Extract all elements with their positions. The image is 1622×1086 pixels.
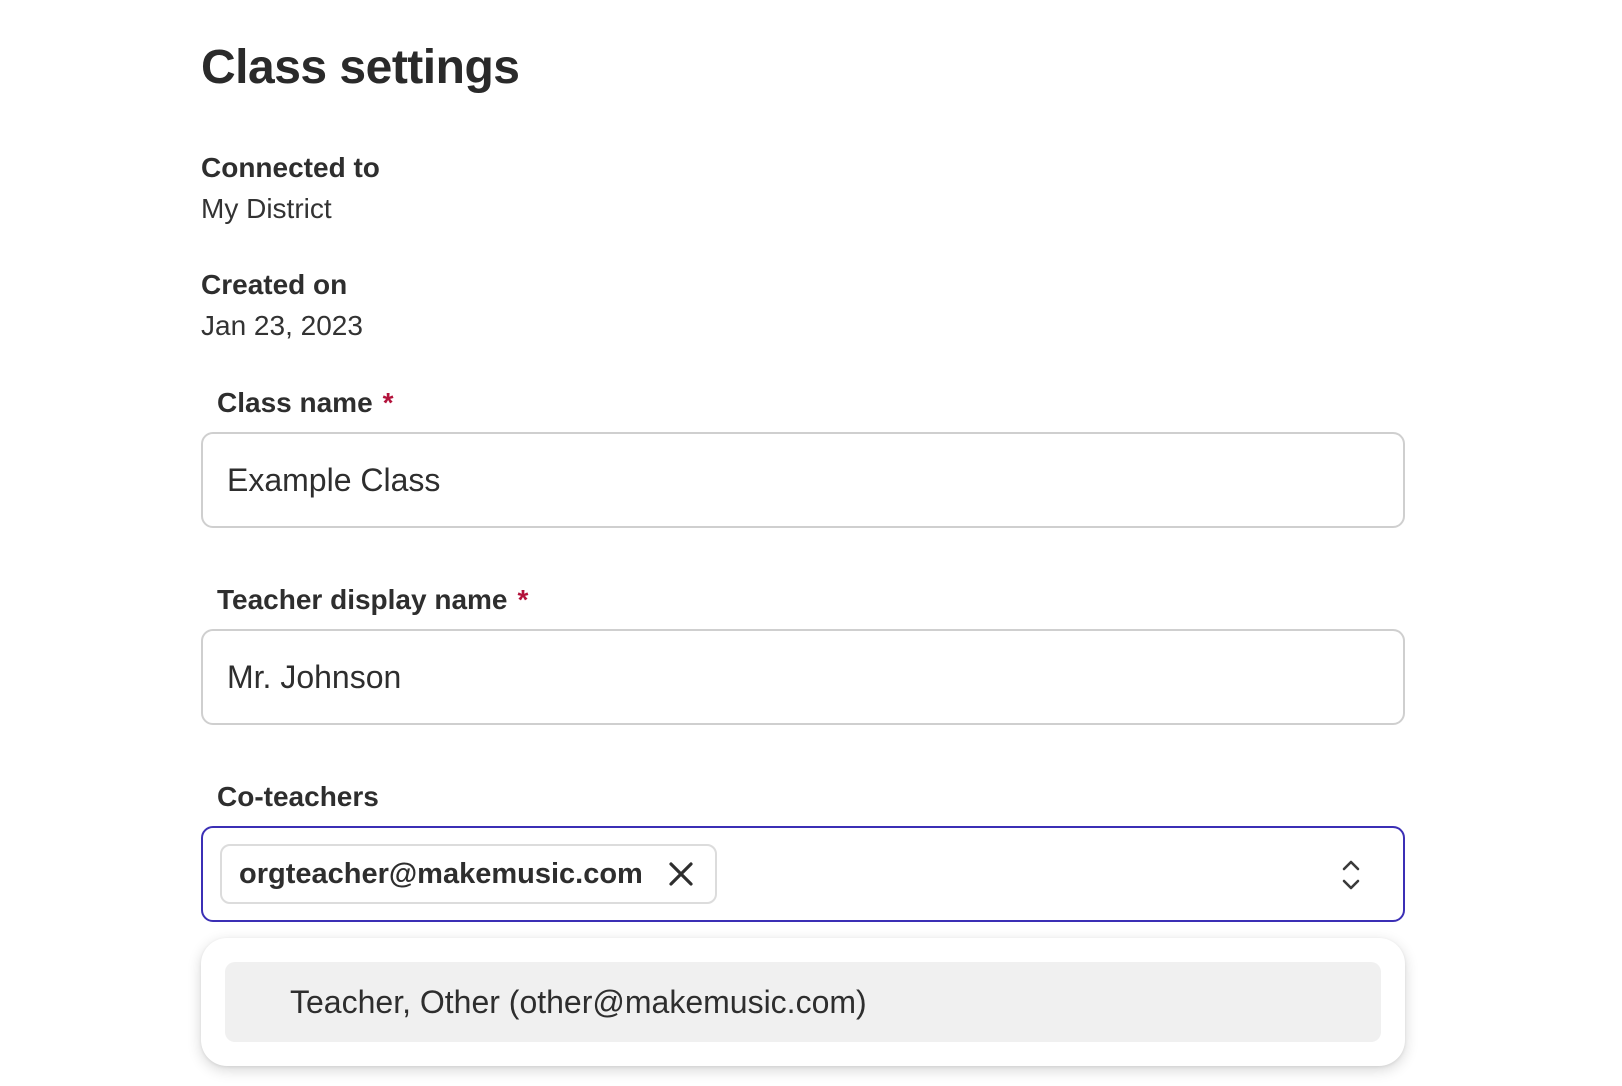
required-marker: *	[517, 584, 529, 615]
created-on-label: Created on	[201, 269, 348, 300]
created-on-value: Jan 23, 2023	[201, 310, 363, 341]
page-title: Class settings	[201, 41, 520, 94]
connected-to-label: Connected to	[201, 152, 380, 183]
co-teachers-label: Co-teachers	[217, 781, 379, 812]
co-teacher-chip: orgteacher@makemusic.com	[220, 844, 717, 904]
teacher-display-name-label-text: Teacher display name	[217, 584, 508, 615]
class-settings-page: Class settings Connected to My District …	[0, 0, 1622, 1086]
teacher-display-name-value: Mr. Johnson	[227, 658, 402, 695]
connected-to-value: My District	[201, 193, 332, 224]
required-marker: *	[382, 387, 394, 418]
co-teacher-chip-label: orgteacher@makemusic.com	[239, 857, 643, 890]
class-name-label: Class name *	[217, 387, 394, 419]
co-teachers-combobox[interactable]: orgteacher@makemusic.com	[201, 826, 1405, 922]
teacher-display-name-input[interactable]: Mr. Johnson	[201, 629, 1405, 725]
co-teachers-dropdown: Teacher, Other (other@makemusic.com)	[201, 938, 1405, 1066]
chevron-up-down-icon[interactable]	[1339, 858, 1363, 892]
class-name-value: Example Class	[227, 461, 441, 498]
class-name-input[interactable]: Example Class	[201, 432, 1405, 528]
class-name-label-text: Class name	[217, 387, 373, 418]
teacher-display-name-label: Teacher display name *	[217, 584, 528, 616]
close-icon[interactable]	[667, 860, 695, 888]
dropdown-option[interactable]: Teacher, Other (other@makemusic.com)	[225, 962, 1381, 1042]
